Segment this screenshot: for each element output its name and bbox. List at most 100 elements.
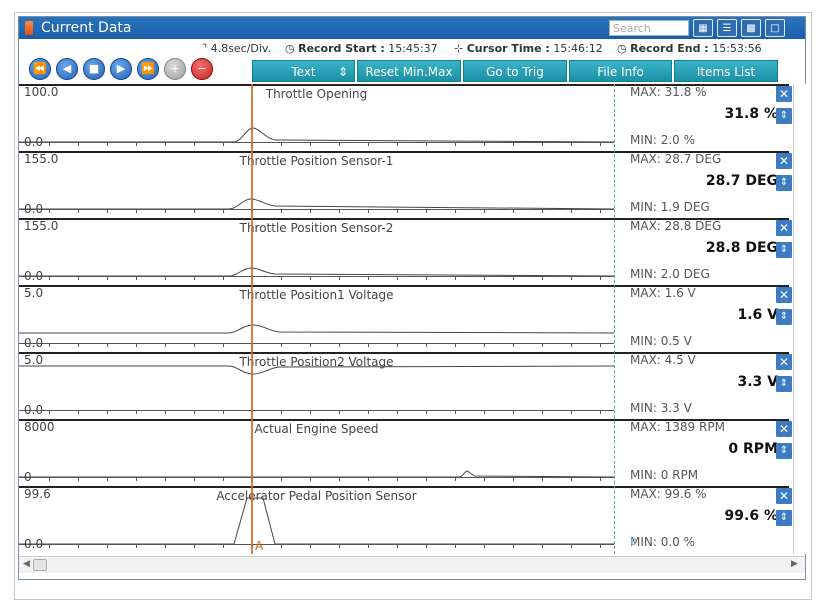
tick-mark [455,545,456,548]
tick-mark [426,545,427,548]
tick-mark [49,210,50,213]
sort-icon[interactable]: ⇕ [776,510,792,526]
file-info-button[interactable]: File Info [569,60,672,82]
graph-panel[interactable]: 8000 Actual Engine Speed 0 MAX: 1389 RPM… [19,419,805,486]
tick-mark [571,277,572,280]
tick-mark [136,411,137,414]
tick-mark [542,545,543,548]
tick-mark [513,545,514,548]
tick-mark [78,277,79,280]
max-value: MAX: 99.6 % [630,487,707,501]
maximize-icon[interactable]: □ [765,19,785,37]
tick-mark [281,411,282,414]
cursor-time-info: ⊹ Cursor Time : 15:46:12 [454,42,603,55]
horizontal-scrollbar[interactable]: ◀ ▶ [19,556,805,573]
rewind-icon[interactable]: ⏪ [29,58,51,80]
vertical-scrollbar[interactable] [793,84,806,554]
tick-mark [310,344,311,347]
close-icon[interactable]: ✕ [776,287,792,303]
tick-row [19,477,614,481]
step-back-icon[interactable]: ◀ [56,58,78,80]
min-value: MIN: 2.0 % [630,133,696,147]
items-list-button[interactable]: Items List [674,60,778,82]
cursor-time-label: Cursor Time : [466,42,550,55]
tick-mark [571,143,572,146]
sort-icon[interactable]: ⇕ [776,242,792,258]
text-dropdown[interactable]: Text ⇕ [252,60,355,82]
window-title: Current Data [41,20,132,36]
tick-mark [49,478,50,481]
save-entry-icon[interactable]: ▩ [741,19,761,37]
tick-mark [513,478,514,481]
close-icon[interactable]: ✕ [776,421,792,437]
tick-mark [310,545,311,548]
close-icon[interactable]: ✕ [776,488,792,504]
tick-mark [455,478,456,481]
value-column-divider [614,84,616,554]
tick-mark [542,411,543,414]
tick-mark [107,344,108,347]
tick-mark [600,411,601,414]
signal-name: Throttle Position Sensor-2 [239,221,394,235]
cursor-a-line[interactable] [251,84,253,554]
signal-name: Throttle Position1 Voltage [239,288,394,302]
tick-mark [165,478,166,481]
zoom-out-icon[interactable]: − [191,58,213,80]
play-icon[interactable]: ▶ [110,58,132,80]
zoom-in-icon[interactable]: + [164,58,186,80]
sort-icon[interactable]: ⇕ [776,108,792,124]
tick-mark [368,545,369,548]
tick-mark [223,143,224,146]
scroll-thumb[interactable] [33,559,47,571]
min-value: MIN: 0.0 % [630,535,696,549]
sort-icon[interactable]: ⇕ [776,309,792,325]
sort-icon[interactable]: ⇕ [776,376,792,392]
tick-mark [513,277,514,280]
current-value: 0 RPM [728,441,778,457]
tick-mark [194,344,195,347]
tick-mark [136,277,137,280]
graph-panel[interactable]: 100.0 Throttle Opening 0.0 MAX: 31.8 % 3… [19,84,805,151]
tick-mark [513,143,514,146]
tick-mark [397,411,398,414]
tick-mark [281,277,282,280]
view-icon[interactable]: ▦ [693,19,713,37]
scale-min: 0 [24,470,32,484]
tick-mark [194,478,195,481]
reset-min-max-button[interactable]: Reset Min.Max [357,60,461,82]
go-to-trig-button[interactable]: Go to Trig [463,60,567,82]
graph-panel[interactable]: 5.0 Throttle Position2 Voltage 0.0 MAX: … [19,352,805,419]
tick-mark [107,478,108,481]
scroll-right-icon[interactable]: ▶ [791,559,798,569]
tick-mark [513,411,514,414]
tick-mark [542,210,543,213]
tick-mark [107,411,108,414]
graph-panel[interactable]: 5.0 Throttle Position1 Voltage 0.0 MAX: … [19,285,805,352]
list-icon[interactable]: ☰ [717,19,737,37]
graph-panel[interactable]: 155.0 Throttle Position Sensor-2 0.0 MAX… [19,218,805,285]
tick-mark [165,143,166,146]
graph-panel[interactable]: 99.6 Accelerator Pedal Position Sensor 0… [19,486,805,553]
record-end-value: 15:53:56 [712,42,762,55]
min-value: MIN: 0 RPM [630,468,699,482]
close-icon[interactable]: ✕ [776,220,792,236]
close-icon[interactable]: ✕ [776,86,792,102]
close-icon[interactable]: ✕ [776,354,792,370]
graph-panel[interactable]: 155.0 Throttle Position Sensor-1 0.0 MAX… [19,151,805,218]
search-input[interactable]: Search [609,20,689,36]
record-start-label: Record Start : [298,42,385,55]
close-icon[interactable]: ✕ [776,153,792,169]
tick-mark [513,344,514,347]
tick-mark [339,143,340,146]
tick-mark [339,277,340,280]
tick-mark [600,545,601,548]
stop-icon[interactable]: ■ [83,58,105,80]
scroll-left-icon[interactable]: ◀ [23,559,30,569]
tick-mark [600,143,601,146]
signal-name: Throttle Opening [265,87,368,101]
tick-mark [310,411,311,414]
fast-forward-icon[interactable]: ⏩ [137,58,159,80]
sort-icon[interactable]: ⇕ [776,175,792,191]
record-end-info: ◷ Record End : 15:53:56 [617,42,762,55]
sort-icon[interactable]: ⇕ [776,443,792,459]
